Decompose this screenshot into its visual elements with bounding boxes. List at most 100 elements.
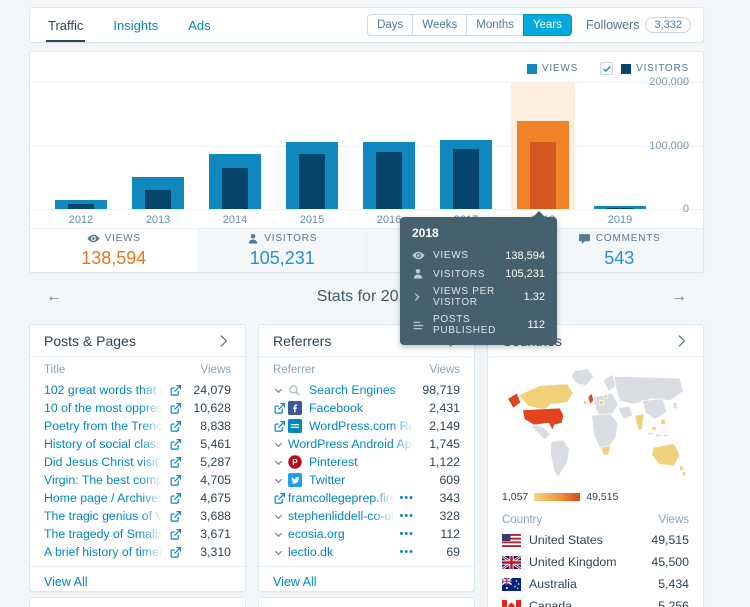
ellipsis-icon[interactable]: ••• [399,546,414,558]
tooltip-row: VISITORS105,231 [400,265,557,283]
table-row: Did Jesus Christ visit England? 5,287 [30,453,245,471]
column-referrer: Referrer [273,364,315,376]
period-button-years[interactable]: Years [523,14,572,36]
chevron-right-icon[interactable] [673,333,689,349]
post-title-link[interactable]: The tragedy of Smalls Lighthouse [44,527,163,541]
external-link-icon [169,438,184,451]
post-views-value: 24,079 [185,383,231,397]
post-title-link[interactable]: Home page / Archives [44,491,163,505]
table-row: PPinterest1,122 [259,453,474,471]
external-link-icon[interactable] [273,420,288,433]
external-link-icon [169,456,184,469]
table-row: A brief history of time(zones) or why d3… [30,543,245,561]
top-navbar: TrafficInsightsAds DaysWeeksMonthsYears … [30,8,703,42]
visitors-tab[interactable]: VISITORS105,231 [198,229,367,272]
referrer-link[interactable]: Facebook [309,401,414,415]
y-axis-tick: 100,000 [649,140,689,152]
chevron-right-icon[interactable] [215,333,231,349]
bar-visitors-2019[interactable] [607,208,633,209]
post-title-link[interactable]: The tragic genius of Vincent van Gogh [44,509,163,523]
chevron-down-icon[interactable] [273,385,288,396]
legend-swatch [527,64,537,74]
referrer-link[interactable]: WordPress Android App [288,437,414,451]
period-button-days[interactable]: Days [367,14,413,36]
visitors-legend-checkbox[interactable] [600,62,613,75]
chevron-down-icon[interactable] [273,511,288,522]
next-card-sliver [30,598,245,607]
external-link-icon[interactable] [273,492,288,505]
ellipsis-icon[interactable]: ••• [399,510,414,522]
post-title-link[interactable]: History of social classes and does cla [44,437,163,451]
post-title-link[interactable]: 10 of the most oppressed minorities ar [44,401,163,415]
nav-tab-traffic[interactable]: Traffic [46,8,85,42]
referrer-link[interactable]: stephenliddell-co-uk.cdn.amp [288,509,395,523]
bar-visitors-2012[interactable] [68,204,94,209]
country-name: Canada [529,599,643,607]
post-title-link[interactable]: Poetry from the Trenches [44,419,163,433]
views-tab[interactable]: VIEWS138,594 [30,229,198,272]
tooltip-row-label: VIEWS PER VISITOR [433,286,517,308]
view-all-link[interactable]: View All [259,566,474,597]
view-all-link[interactable]: View All [30,566,245,597]
ellipsis-icon[interactable]: ••• [399,492,414,504]
bar-visitors-2018[interactable] [530,142,556,209]
next-period-arrow[interactable]: → [671,288,687,306]
bar-visitors-2014[interactable] [222,168,248,209]
post-title-link[interactable]: Did Jesus Christ visit England? [44,455,163,469]
post-title-link[interactable]: 102 great words that aren't in English [44,383,163,397]
bar-visitors-2015[interactable] [299,154,325,209]
ellipsis-icon[interactable]: ••• [399,528,414,540]
eye-icon [412,249,426,262]
post-title-link[interactable]: Virgin: The best complaint letter in the [44,473,163,487]
external-link-icon [169,402,184,415]
country-views-value: 5,434 [643,577,689,591]
post-title-link[interactable]: A brief history of time(zones) or why d [44,545,163,559]
y-axis-tick: 0 [683,203,689,215]
nav-tab-insights[interactable]: Insights [111,8,160,42]
chevron-down-icon[interactable] [273,529,288,540]
referrer-link[interactable]: Twitter [309,473,414,487]
tooltip-row-label: VISITORS [433,269,498,280]
referrer-views-value: 1,745 [414,437,460,451]
referrer-link[interactable]: lectio.dk [288,545,395,559]
table-row: Virgin: The best complaint letter in the… [30,471,245,489]
referrer-views-value: 1,122 [414,455,460,469]
nav-tab-ads[interactable]: Ads [186,8,212,42]
period-button-months[interactable]: Months [466,14,524,36]
person-icon [247,233,259,245]
table-row: framcollegeprep.fireflycloud.ne•••343 [259,489,474,507]
world-map-heatmap[interactable] [488,357,703,488]
referrer-views-value: 112 [414,527,460,541]
x-axis-label: 2012 [51,214,111,226]
column-views: Views [430,364,460,376]
external-link-icon[interactable] [273,402,288,415]
x-axis-label: 2019 [590,214,650,226]
twitter-icon [288,473,304,487]
next-card-sliver [259,598,474,607]
period-button-weeks[interactable]: Weeks [412,14,467,36]
column-headers: Title Views [30,357,245,379]
bar-visitors-2016[interactable] [376,152,402,209]
referrer-link[interactable]: ecosia.org [288,527,395,541]
prev-period-arrow[interactable]: ← [46,288,62,306]
referrer-link[interactable]: WordPress.com Reader [309,419,414,433]
summary-tabs: VIEWS138,594VISITORS105,231 COMMENTS543 [30,228,703,272]
referrer-link[interactable]: framcollegeprep.fireflycloud.ne [288,491,395,505]
search-icon [288,384,304,397]
tooltip-row-value: 138,594 [505,250,545,262]
posts-icon [412,319,426,332]
chevron-down-icon[interactable] [273,547,288,558]
bar-visitors-2013[interactable] [145,190,171,209]
chevron-down-icon[interactable] [273,439,288,450]
referrer-link[interactable]: Pinterest [309,455,414,469]
chevron-down-icon[interactable] [273,457,288,468]
flag-au [502,578,521,591]
bar-visitors-2017[interactable] [453,149,479,209]
stat-tab-value: 138,594 [81,248,146,269]
chevron-down-icon[interactable] [273,475,288,486]
referrer-link[interactable]: Search Engines [309,383,414,397]
post-views-value: 5,287 [185,455,231,469]
stat-tab-label-text: VISITORS [264,233,317,244]
comments-tab[interactable]: COMMENTS543 [535,229,704,272]
followers-link[interactable]: Followers 3,332 [586,17,691,33]
